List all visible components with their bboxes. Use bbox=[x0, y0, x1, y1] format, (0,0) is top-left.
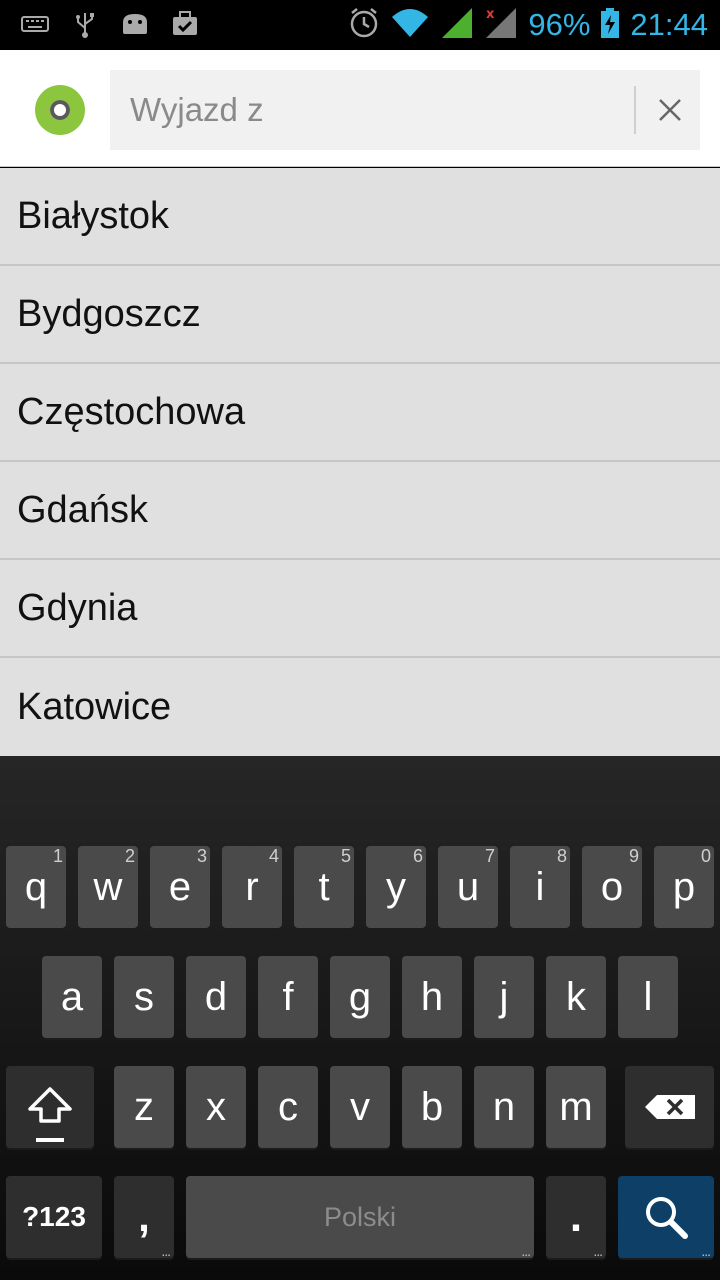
departure-search-input[interactable] bbox=[110, 70, 635, 150]
key-i[interactable]: i8 bbox=[510, 846, 570, 928]
key-v[interactable]: v bbox=[330, 1066, 390, 1148]
backspace-key[interactable] bbox=[625, 1066, 714, 1148]
search-icon bbox=[646, 1197, 688, 1239]
key-f[interactable]: f bbox=[258, 956, 318, 1038]
key-hint: 7 bbox=[484, 846, 495, 866]
suggestion-item[interactable]: Katowice bbox=[0, 658, 720, 756]
svg-text:x: x bbox=[486, 7, 495, 22]
key-label: r bbox=[245, 864, 259, 909]
comma-key[interactable]: ,... bbox=[114, 1176, 174, 1258]
search-header bbox=[0, 50, 720, 167]
key-l[interactable]: l bbox=[618, 956, 678, 1038]
suggestion-item[interactable]: Białystok bbox=[0, 168, 720, 266]
close-icon bbox=[659, 99, 681, 121]
key-b[interactable]: b bbox=[402, 1066, 462, 1148]
space-key[interactable]: Polski... bbox=[186, 1176, 534, 1258]
key-q[interactable]: q1 bbox=[6, 846, 66, 928]
key-label: t bbox=[318, 864, 330, 909]
status-bar: x 96% 21:44 bbox=[0, 0, 720, 50]
signal-icon bbox=[440, 6, 474, 45]
key-hint: 2 bbox=[124, 846, 135, 866]
key-e[interactable]: e3 bbox=[150, 846, 210, 928]
symbols-key[interactable]: ?123 bbox=[6, 1176, 102, 1258]
key-label: q bbox=[24, 864, 48, 909]
wifi-icon bbox=[390, 7, 430, 44]
key-w[interactable]: w2 bbox=[78, 846, 138, 928]
clear-button[interactable] bbox=[640, 70, 700, 150]
key-hint: 1 bbox=[52, 846, 63, 866]
key-label: , bbox=[138, 1193, 150, 1240]
key-u[interactable]: u7 bbox=[438, 846, 498, 928]
more-keys-indicator: ... bbox=[701, 1243, 711, 1259]
key-s[interactable]: s bbox=[114, 956, 174, 1038]
period-key[interactable]: .... bbox=[546, 1176, 606, 1258]
key-n[interactable]: n bbox=[474, 1066, 534, 1148]
key-hint: 8 bbox=[556, 846, 567, 866]
key-h[interactable]: h bbox=[402, 956, 462, 1038]
key-a[interactable]: a bbox=[42, 956, 102, 1038]
key-hint: 9 bbox=[628, 846, 639, 866]
key-c[interactable]: c bbox=[258, 1066, 318, 1148]
key-hint: 4 bbox=[268, 846, 279, 866]
keyboard-icon bbox=[20, 8, 50, 40]
signal-nodata-icon: x bbox=[484, 6, 518, 45]
suggestion-list: Białystok Bydgoszcz Częstochowa Gdańsk G… bbox=[0, 168, 720, 756]
android-icon bbox=[120, 8, 150, 40]
key-label: i bbox=[535, 864, 545, 909]
suggestion-item[interactable]: Gdynia bbox=[0, 560, 720, 658]
battery-charging-icon bbox=[600, 7, 620, 44]
more-keys-indicator: ... bbox=[521, 1243, 531, 1259]
briefcase-check-icon bbox=[170, 8, 200, 40]
space-label: Polski bbox=[323, 1201, 397, 1232]
key-label: o bbox=[600, 864, 624, 909]
search-key[interactable]: ... bbox=[618, 1176, 714, 1258]
usb-icon bbox=[70, 8, 100, 40]
search-box bbox=[110, 70, 700, 150]
key-label: y bbox=[386, 864, 406, 909]
key-hint: 3 bbox=[196, 846, 207, 866]
key-x[interactable]: x bbox=[186, 1066, 246, 1148]
key-y[interactable]: y6 bbox=[366, 846, 426, 928]
key-j[interactable]: j bbox=[474, 956, 534, 1038]
key-r[interactable]: r4 bbox=[222, 846, 282, 928]
key-hint: 6 bbox=[412, 846, 423, 866]
backspace-icon bbox=[644, 1095, 695, 1119]
search-divider bbox=[634, 86, 636, 134]
key-label: p bbox=[672, 864, 696, 909]
suggestion-item[interactable]: Gdańsk bbox=[0, 462, 720, 560]
suggestion-item[interactable]: Bydgoszcz bbox=[0, 266, 720, 364]
shift-indicator bbox=[36, 1138, 64, 1142]
more-keys-indicator: ... bbox=[593, 1243, 603, 1259]
more-keys-indicator: ... bbox=[161, 1243, 171, 1259]
shift-icon bbox=[28, 1087, 72, 1123]
key-label: . bbox=[569, 1192, 583, 1241]
key-t[interactable]: t5 bbox=[294, 846, 354, 928]
suggestion-item[interactable]: Częstochowa bbox=[0, 364, 720, 462]
key-m[interactable]: m bbox=[546, 1066, 606, 1148]
battery-percent: 96% bbox=[528, 7, 591, 42]
origin-marker-icon bbox=[35, 85, 85, 135]
clock: 21:44 bbox=[630, 7, 708, 42]
key-z[interactable]: z bbox=[114, 1066, 174, 1148]
key-o[interactable]: o9 bbox=[582, 846, 642, 928]
alarm-icon bbox=[348, 7, 380, 44]
key-hint: 5 bbox=[340, 846, 351, 866]
key-hint: 0 bbox=[700, 846, 711, 866]
key-label: u bbox=[456, 864, 480, 909]
key-g[interactable]: g bbox=[330, 956, 390, 1038]
key-label: w bbox=[93, 864, 123, 909]
key-d[interactable]: d bbox=[186, 956, 246, 1038]
key-label: e bbox=[168, 864, 192, 909]
key-k[interactable]: k bbox=[546, 956, 606, 1038]
soft-keyboard: q1 w2 e3 r4 t5 y6 u7 i8 o9 p0 a s d f g … bbox=[0, 756, 720, 1280]
key-p[interactable]: p0 bbox=[654, 846, 714, 928]
shift-key[interactable] bbox=[6, 1066, 94, 1148]
